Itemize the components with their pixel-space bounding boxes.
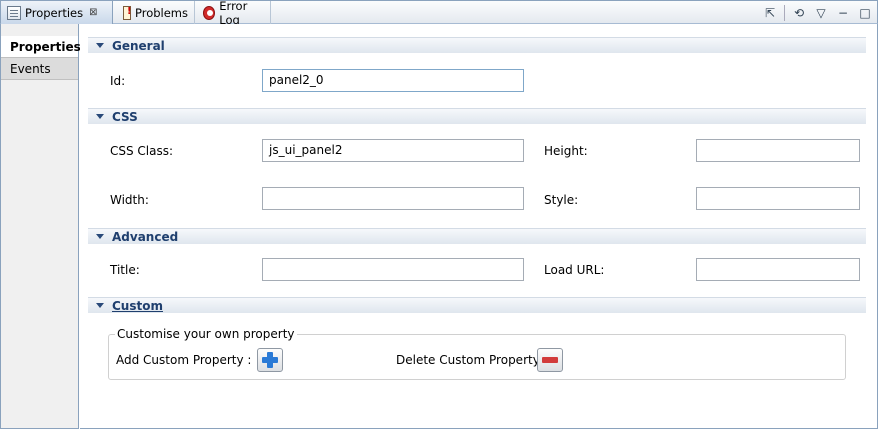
nav-item-properties[interactable]: Properties — [1, 36, 81, 58]
title-label: Title: — [110, 263, 140, 277]
id-label: Id: — [110, 74, 126, 88]
plus-icon — [262, 352, 278, 368]
section-custom-header[interactable]: Custom — [88, 297, 866, 313]
collapse-triangle-icon[interactable] — [96, 114, 104, 119]
close-icon[interactable]: ⊠ — [89, 7, 97, 18]
width-label: Width: — [110, 193, 149, 207]
title-field[interactable] — [262, 258, 524, 281]
maximize-icon[interactable]: □ — [857, 5, 873, 21]
section-general-header[interactable]: General — [88, 37, 866, 53]
problems-icon — [123, 5, 132, 20]
section-title: General — [112, 38, 165, 53]
css-class-label: CSS Class: — [110, 144, 174, 158]
section-title: Custom — [112, 298, 163, 313]
custom-property-group: Customise your own property Add Custom P… — [108, 327, 846, 380]
tab-problems[interactable]: Problems — [117, 1, 195, 24]
id-field[interactable]: panel2_0 — [262, 69, 524, 92]
section-title: Advanced — [112, 229, 179, 244]
load-url-label: Load URL: — [544, 263, 605, 277]
error-log-icon — [203, 5, 216, 20]
collapse-triangle-icon[interactable] — [96, 234, 104, 239]
collapse-triangle-icon[interactable] — [96, 303, 104, 308]
view-toolbar: ⇱ ⟲ ▽ − □ — [762, 4, 873, 22]
section-advanced-header[interactable]: Advanced — [88, 228, 866, 244]
properties-icon — [7, 5, 21, 20]
view-menu-icon[interactable]: ▽ — [813, 5, 829, 21]
section-title: CSS — [112, 109, 138, 124]
height-label: Height: — [544, 144, 588, 158]
separator — [784, 5, 785, 21]
tab-label: Properties — [25, 5, 84, 20]
minimize-icon[interactable]: − — [835, 5, 851, 21]
add-custom-property-label: Add Custom Property : — [116, 353, 252, 367]
delete-custom-property-label: Delete Custom Property : — [396, 353, 548, 367]
view-tab-bar: Properties ⊠ Problems Error Log ⇱ ⟲ ▽ − … — [0, 0, 878, 27]
tab-label: Problems — [134, 5, 188, 20]
css-class-field[interactable]: js_ui_panel2 — [262, 139, 524, 162]
style-label: Style: — [544, 193, 579, 207]
nav-item-events[interactable]: Events — [1, 58, 78, 80]
load-url-field[interactable] — [696, 258, 860, 281]
collapse-triangle-icon[interactable] — [96, 43, 104, 48]
pin-icon[interactable]: ⇱ — [762, 5, 778, 21]
delete-custom-property-button[interactable] — [537, 348, 563, 372]
minus-icon — [542, 357, 558, 363]
section-css-header[interactable]: CSS — [88, 108, 866, 124]
tab-label: Error Log — [219, 0, 248, 27]
height-field[interactable] — [696, 139, 860, 162]
tab-properties[interactable]: Properties ⊠ — [1, 1, 113, 24]
properties-content: General Id: panel2_0 CSS CSS Class: js_u… — [80, 24, 878, 429]
width-field[interactable] — [262, 187, 524, 210]
group-title: Customise your own property — [115, 327, 297, 341]
tab-error-log[interactable]: Error Log — [197, 0, 271, 27]
sync-icon[interactable]: ⟲ — [791, 5, 807, 21]
left-nav: Properties Events — [0, 24, 81, 429]
add-custom-property-button[interactable] — [257, 348, 283, 372]
style-field[interactable] — [696, 187, 860, 210]
